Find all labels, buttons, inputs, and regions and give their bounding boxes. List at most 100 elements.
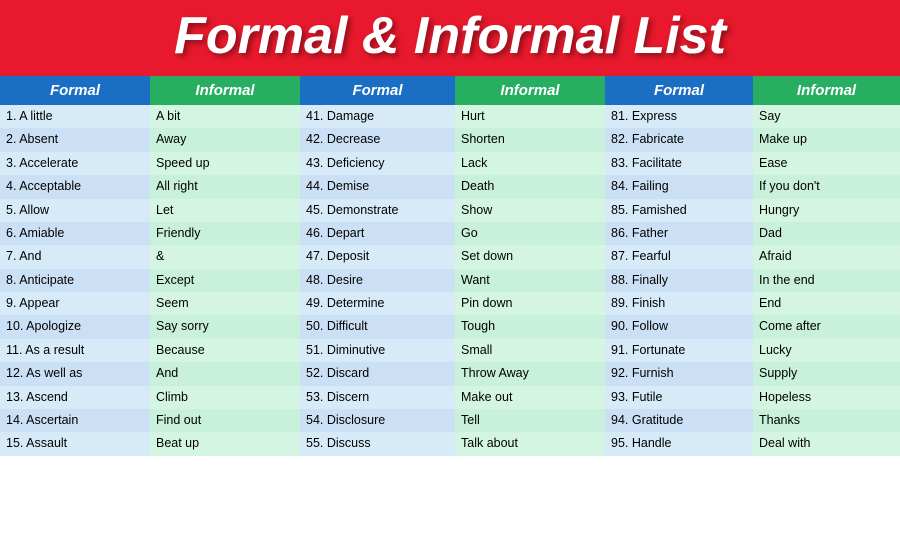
table-row: In the end bbox=[753, 269, 900, 292]
table-row: Come after bbox=[753, 315, 900, 338]
table-row: 13. Ascend bbox=[0, 386, 150, 409]
table-row: Lack bbox=[455, 152, 605, 175]
column-headers: Formal Informal Formal Informal Formal I… bbox=[0, 76, 900, 105]
table-row: Away bbox=[150, 128, 300, 151]
table-row: All right bbox=[150, 175, 300, 198]
table-row: 82. Fabricate bbox=[605, 128, 753, 151]
table-row: If you don't bbox=[753, 175, 900, 198]
column-informal-1: A bitAwaySpeed upAll rightLetFriendly&Ex… bbox=[150, 105, 300, 456]
table-row: 85. Famished bbox=[605, 199, 753, 222]
table-row: 48. Desire bbox=[300, 269, 455, 292]
table-row: 52. Discard bbox=[300, 362, 455, 385]
table-row: Let bbox=[150, 199, 300, 222]
table-row: 44. Demise bbox=[300, 175, 455, 198]
table-row: Say sorry bbox=[150, 315, 300, 338]
table-row: 53. Discern bbox=[300, 386, 455, 409]
table-row: Dad bbox=[753, 222, 900, 245]
table-row: 43. Deficiency bbox=[300, 152, 455, 175]
table-row: 83. Facilitate bbox=[605, 152, 753, 175]
table-row: Shorten bbox=[455, 128, 605, 151]
table-row: 5. Allow bbox=[0, 199, 150, 222]
data-rows: 1. A little2. Absent3. Accelerate4. Acce… bbox=[0, 105, 900, 456]
column-formal-1: 1. A little2. Absent3. Accelerate4. Acce… bbox=[0, 105, 150, 456]
table-row: Thanks bbox=[753, 409, 900, 432]
table-row: 95. Handle bbox=[605, 432, 753, 455]
col-header-informal-3: Informal bbox=[753, 76, 900, 105]
table-row: End bbox=[753, 292, 900, 315]
table-row: 84. Failing bbox=[605, 175, 753, 198]
table-row: 41. Damage bbox=[300, 105, 455, 128]
column-formal-3: 81. Express82. Fabricate83. Facilitate84… bbox=[605, 105, 753, 456]
column-informal-3: SayMake upEaseIf you don'tHungryDadAfrai… bbox=[753, 105, 900, 456]
table-row: Go bbox=[455, 222, 605, 245]
table-container: Formal Informal Formal Informal Formal I… bbox=[0, 76, 900, 456]
table-row: 87. Fearful bbox=[605, 245, 753, 268]
table-row: 89. Finish bbox=[605, 292, 753, 315]
table-row: Want bbox=[455, 269, 605, 292]
table-row: 51. Diminutive bbox=[300, 339, 455, 362]
column-informal-2: HurtShortenLackDeathShowGoSet downWantPi… bbox=[455, 105, 605, 456]
table-row: 50. Difficult bbox=[300, 315, 455, 338]
table-row: 86. Father bbox=[605, 222, 753, 245]
table-row: Throw Away bbox=[455, 362, 605, 385]
table-row: Talk about bbox=[455, 432, 605, 455]
table-row: 9. Appear bbox=[0, 292, 150, 315]
table-row: Death bbox=[455, 175, 605, 198]
table-row: Speed up bbox=[150, 152, 300, 175]
col-header-formal-2: Formal bbox=[300, 76, 455, 105]
table-row: Hopeless bbox=[753, 386, 900, 409]
table-row: 6. Amiable bbox=[0, 222, 150, 245]
table-row: Afraid bbox=[753, 245, 900, 268]
page-title: Formal & Informal List bbox=[0, 10, 900, 62]
table-row: 94. Gratitude bbox=[605, 409, 753, 432]
table-row: Beat up bbox=[150, 432, 300, 455]
table-row: Except bbox=[150, 269, 300, 292]
table-row: 55. Discuss bbox=[300, 432, 455, 455]
table-row: Hurt bbox=[455, 105, 605, 128]
table-row: 47. Deposit bbox=[300, 245, 455, 268]
table-row: Friendly bbox=[150, 222, 300, 245]
table-row: Make out bbox=[455, 386, 605, 409]
table-row: Tough bbox=[455, 315, 605, 338]
table-row: 15. Assault bbox=[0, 432, 150, 455]
table-row: Supply bbox=[753, 362, 900, 385]
table-row: 8. Anticipate bbox=[0, 269, 150, 292]
col-header-informal-2: Informal bbox=[455, 76, 605, 105]
table-row: Set down bbox=[455, 245, 605, 268]
table-row: 45. Demonstrate bbox=[300, 199, 455, 222]
table-row: Because bbox=[150, 339, 300, 362]
column-formal-2: 41. Damage42. Decrease43. Deficiency44. … bbox=[300, 105, 455, 456]
table-row: Small bbox=[455, 339, 605, 362]
table-row: 10. Apologize bbox=[0, 315, 150, 338]
table-row: 81. Express bbox=[605, 105, 753, 128]
table-row: 46. Depart bbox=[300, 222, 455, 245]
table-row: 11. As a result bbox=[0, 339, 150, 362]
table-row: Say bbox=[753, 105, 900, 128]
table-row: 92. Furnish bbox=[605, 362, 753, 385]
table-row: 2. Absent bbox=[0, 128, 150, 151]
table-row: 4. Acceptable bbox=[0, 175, 150, 198]
table-row: 54. Disclosure bbox=[300, 409, 455, 432]
table-row: Tell bbox=[455, 409, 605, 432]
table-row: Ease bbox=[753, 152, 900, 175]
table-row: A bit bbox=[150, 105, 300, 128]
table-row: 3. Accelerate bbox=[0, 152, 150, 175]
table-row: 93. Futile bbox=[605, 386, 753, 409]
table-row: 90. Follow bbox=[605, 315, 753, 338]
table-row: Hungry bbox=[753, 199, 900, 222]
table-row: Find out bbox=[150, 409, 300, 432]
table-row: 7. And bbox=[0, 245, 150, 268]
table-row: 91. Fortunate bbox=[605, 339, 753, 362]
table-row: 1. A little bbox=[0, 105, 150, 128]
table-row: Seem bbox=[150, 292, 300, 315]
table-row: Climb bbox=[150, 386, 300, 409]
table-row: 12. As well as bbox=[0, 362, 150, 385]
table-row: Deal with bbox=[753, 432, 900, 455]
table-row: & bbox=[150, 245, 300, 268]
col-header-formal-1: Formal bbox=[0, 76, 150, 105]
table-row: And bbox=[150, 362, 300, 385]
col-header-formal-3: Formal bbox=[605, 76, 753, 105]
table-row: 49. Determine bbox=[300, 292, 455, 315]
col-header-informal-1: Informal bbox=[150, 76, 300, 105]
table-row: Pin down bbox=[455, 292, 605, 315]
